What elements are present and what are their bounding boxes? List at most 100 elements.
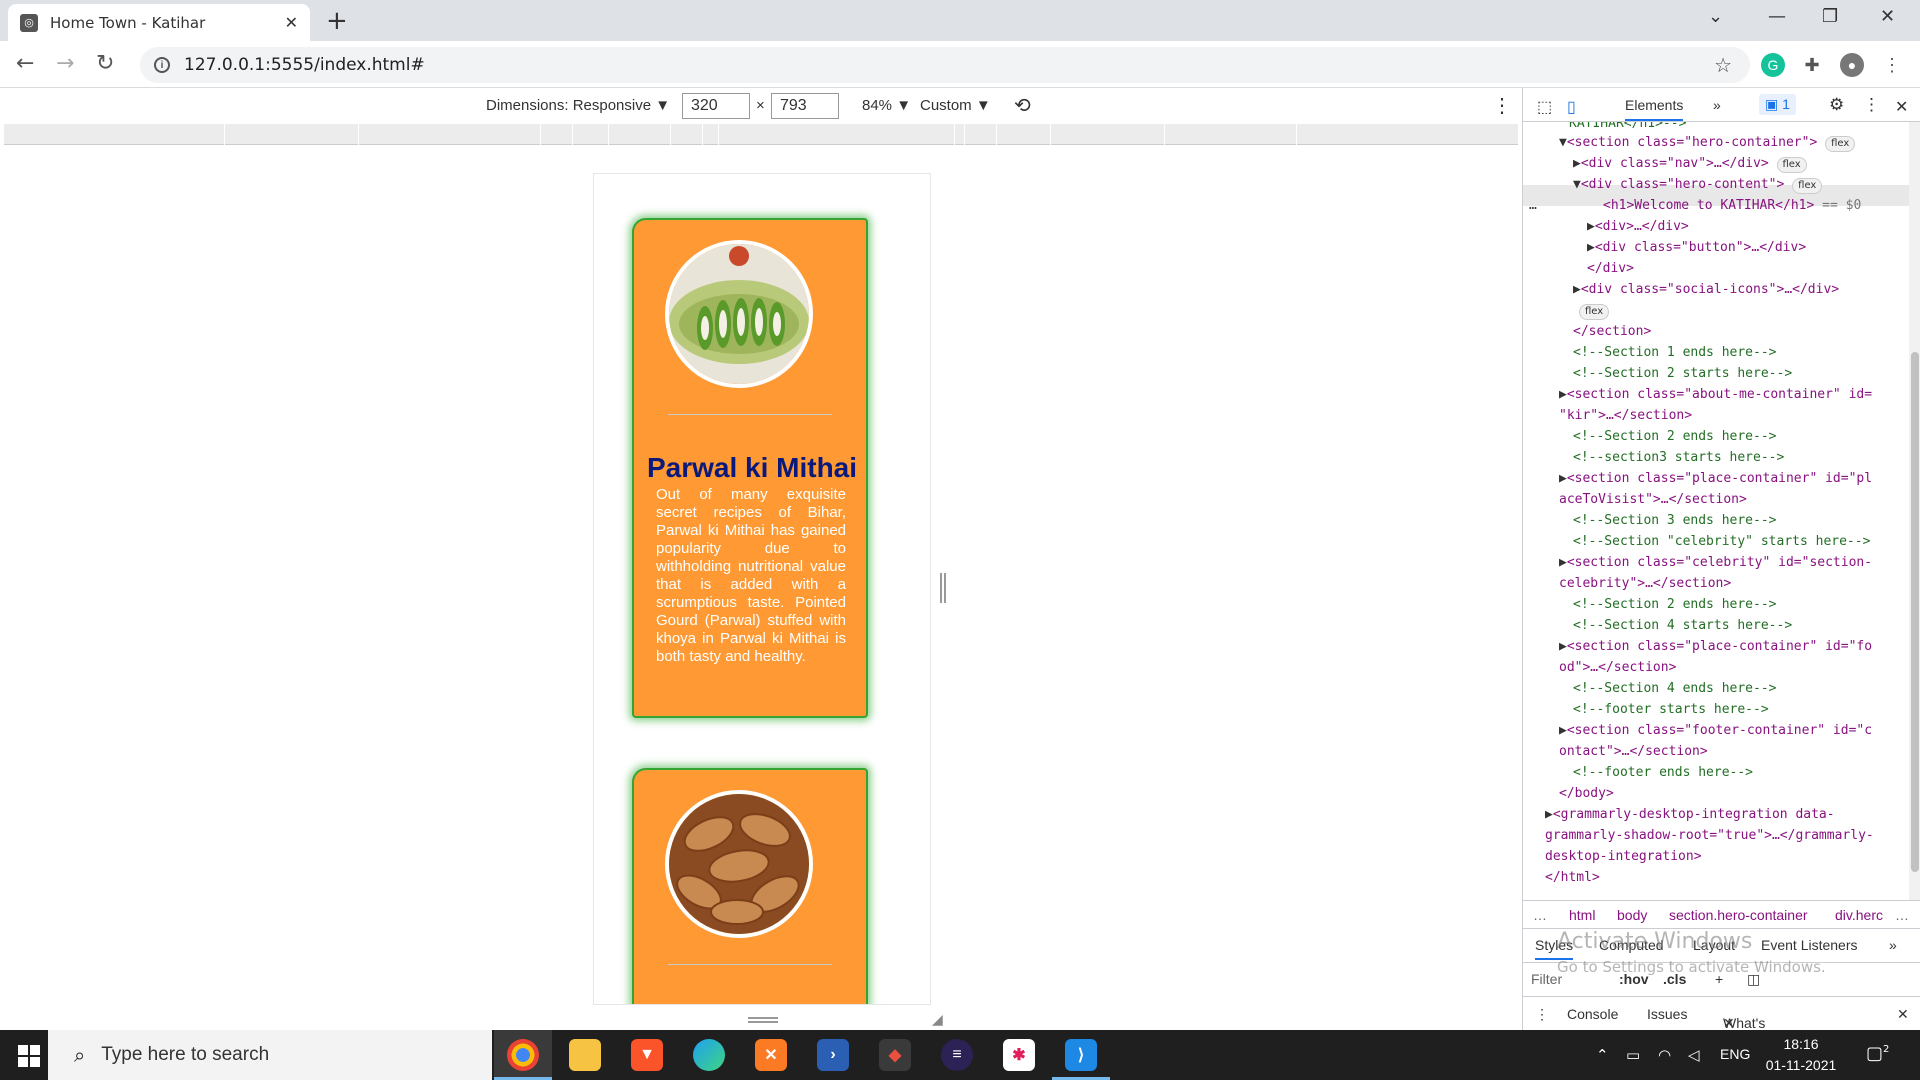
dom-line[interactable]: desktop-integration> bbox=[1545, 847, 1702, 868]
tab-console[interactable]: Console bbox=[1567, 1006, 1618, 1022]
dom-line[interactable]: <!--Section 4 ends here--> bbox=[1573, 679, 1777, 700]
dom-line[interactable]: "kir">…</section> bbox=[1559, 406, 1692, 427]
dom-line[interactable]: <!--Section 2 starts here--> bbox=[1573, 364, 1792, 385]
dom-line[interactable]: ▼<div class="hero-content"> flex bbox=[1573, 175, 1823, 196]
more-tabs-icon[interactable]: » bbox=[1713, 97, 1721, 113]
close-devtools-icon[interactable]: ✕ bbox=[1895, 97, 1908, 117]
viewport-corner-resize-icon[interactable]: ◢ bbox=[932, 1011, 948, 1027]
dom-line-selected[interactable]: <h1>Welcome to KATIHAR</h1> == $0 bbox=[1603, 196, 1861, 217]
dom-line[interactable]: ▶<section class="celebrity" id="section- bbox=[1559, 553, 1872, 574]
close-tab-icon[interactable]: ✕ bbox=[285, 13, 298, 33]
profile-avatar-icon[interactable]: ● bbox=[1840, 53, 1864, 77]
extensions-puzzle-icon[interactable]: ✚ bbox=[1800, 53, 1824, 77]
viewport-height-input[interactable]: 793 bbox=[771, 93, 839, 119]
restore-icon[interactable]: ❐ bbox=[1822, 6, 1838, 27]
dom-line[interactable]: celebrity">…</section> bbox=[1559, 574, 1731, 595]
brave-icon[interactable]: ▼ bbox=[631, 1039, 663, 1071]
browser-tab[interactable]: ◎ Home Town - Katihar ✕ bbox=[8, 4, 310, 41]
new-tab-icon[interactable]: + bbox=[326, 6, 348, 36]
dom-line[interactable]: ▶<section class="place-container" id="pl bbox=[1559, 469, 1872, 490]
dom-line[interactable]: od">…</section> bbox=[1559, 658, 1676, 679]
breadcrumb-more[interactable]: … bbox=[1895, 907, 1909, 923]
issues-badge[interactable]: ▣ 1 bbox=[1759, 94, 1796, 115]
windows-start-icon[interactable] bbox=[18, 1045, 40, 1067]
dom-line[interactable]: ▼<section class="hero-container"> flex bbox=[1559, 133, 1856, 154]
dom-line[interactable]: <!--section3 starts here--> bbox=[1573, 448, 1784, 469]
reload-icon[interactable]: ↻ bbox=[96, 51, 114, 76]
dimensions-dropdown[interactable]: Dimensions: Responsive ▼ bbox=[486, 97, 670, 114]
git-icon[interactable]: ◆ bbox=[879, 1039, 911, 1071]
dom-line[interactable]: <!--Section 4 starts here--> bbox=[1573, 616, 1792, 637]
dom-line[interactable]: ▶<div class="button">…</div> bbox=[1587, 238, 1806, 259]
eclipse-icon[interactable]: ≡ bbox=[941, 1039, 973, 1071]
xampp-icon[interactable]: ✕ bbox=[755, 1039, 787, 1071]
devtools-menu-icon[interactable]: ⋮ bbox=[1863, 95, 1880, 115]
dom-line[interactable]: <!--Section 2 ends here--> bbox=[1573, 427, 1777, 448]
slack-icon[interactable]: ✱ bbox=[1003, 1039, 1035, 1071]
dom-line[interactable]: <!--Section 2 ends here--> bbox=[1573, 595, 1777, 616]
dom-line[interactable]: </html> bbox=[1545, 868, 1600, 889]
breadcrumb-body[interactable]: body bbox=[1617, 907, 1647, 923]
device-options-icon[interactable]: ⋮ bbox=[1492, 93, 1512, 118]
grammarly-extension-icon[interactable]: G bbox=[1761, 53, 1785, 77]
forward-arrow-icon[interactable]: → bbox=[56, 51, 74, 76]
dom-line[interactable]: ▶<div>…</div> bbox=[1587, 217, 1689, 238]
bookmark-star-icon[interactable]: ☆ bbox=[1714, 53, 1732, 78]
chrome-menu-icon[interactable]: ⋮ bbox=[1880, 53, 1904, 77]
dom-line[interactable]: ▶<grammarly-desktop-integration data- bbox=[1545, 805, 1835, 826]
dom-line[interactable]: ▶<section class="footer-container" id="c bbox=[1559, 721, 1872, 742]
throttle-dropdown[interactable]: Custom ▼ bbox=[920, 97, 991, 114]
vscode-icon[interactable]: ⟩ bbox=[1065, 1039, 1097, 1071]
dom-line[interactable]: <!--Section 1 ends here--> bbox=[1573, 343, 1777, 364]
dom-line[interactable]: </section> bbox=[1573, 322, 1651, 343]
minimize-icon[interactable]: — bbox=[1768, 6, 1786, 27]
device-toggle-icon[interactable]: ▯ bbox=[1567, 97, 1576, 117]
site-info-icon[interactable]: i bbox=[154, 57, 170, 73]
dom-line[interactable]: <!--footer ends here--> bbox=[1573, 763, 1753, 784]
close-drawer-icon[interactable]: ✕ bbox=[1897, 1006, 1909, 1023]
inspect-element-icon[interactable]: ⬚ bbox=[1537, 97, 1552, 117]
tab-elements[interactable]: Elements bbox=[1625, 97, 1684, 121]
dom-line[interactable]: ▶<div class="nav">…</div> flex bbox=[1573, 154, 1807, 175]
dom-line[interactable]: ▶<section class="place-container" id="fo bbox=[1559, 637, 1872, 658]
viewport-width-input[interactable]: 320 bbox=[682, 93, 750, 119]
drawer-menu-icon[interactable]: ⋮ bbox=[1535, 1006, 1549, 1023]
more-style-tabs-icon[interactable]: » bbox=[1889, 937, 1897, 953]
system-clock[interactable]: 18:16 01-11-2021 bbox=[1763, 1034, 1839, 1076]
tab-search-chevron-icon[interactable]: ⌄ bbox=[1708, 6, 1723, 27]
tab-event-listeners[interactable]: Event Listeners bbox=[1761, 937, 1858, 953]
breadcrumb-section[interactable]: section.hero-container bbox=[1669, 907, 1808, 923]
notification-center-icon[interactable]: ▢2 bbox=[1866, 1043, 1889, 1064]
viewport-height-resize-handle[interactable] bbox=[748, 1017, 778, 1023]
dom-line-ellipsis[interactable]: … bbox=[1529, 196, 1537, 217]
back-arrow-icon[interactable]: ← bbox=[16, 51, 34, 76]
taskbar-search-box[interactable]: ⌕ Type here to search bbox=[48, 1030, 492, 1080]
viewport-width-resize-handle[interactable] bbox=[940, 573, 946, 603]
edge-icon[interactable] bbox=[693, 1039, 725, 1071]
close-window-icon[interactable]: ✕ bbox=[1880, 6, 1895, 27]
dom-line[interactable]: </body> bbox=[1559, 784, 1614, 805]
dom-line[interactable]: <!--Section 3 ends here--> bbox=[1573, 511, 1777, 532]
chrome-icon[interactable] bbox=[507, 1039, 539, 1071]
dom-line[interactable]: ▶<section class="about-me-container" id= bbox=[1559, 385, 1872, 406]
settings-gear-icon[interactable]: ⚙ bbox=[1829, 95, 1844, 115]
dom-line[interactable]: ontact">…</section> bbox=[1559, 742, 1708, 763]
battery-icon[interactable]: ▭ bbox=[1626, 1046, 1640, 1064]
tab-issues[interactable]: Issues bbox=[1647, 1006, 1687, 1022]
dom-line[interactable]: ▶<div class="social-icons">…</div> bbox=[1573, 280, 1839, 301]
breadcrumb-overflow[interactable]: … bbox=[1533, 907, 1547, 923]
language-indicator[interactable]: ENG bbox=[1720, 1046, 1750, 1062]
zoom-dropdown[interactable]: 84% ▼ bbox=[862, 97, 911, 114]
rotate-icon[interactable]: ⟲ bbox=[1014, 93, 1031, 118]
powershell-icon[interactable]: › bbox=[817, 1039, 849, 1071]
network-icon[interactable]: ◠ bbox=[1658, 1046, 1671, 1064]
breadcrumb-html[interactable]: html bbox=[1569, 907, 1595, 923]
dom-line[interactable]: aceToVisist">…</section> bbox=[1559, 490, 1747, 511]
dom-line[interactable]: <!--Section "celebrity" starts here--> bbox=[1573, 532, 1870, 553]
dom-line[interactable]: </div> bbox=[1587, 259, 1634, 280]
file-explorer-icon[interactable] bbox=[569, 1039, 601, 1071]
dom-line[interactable]: <!--footer starts here--> bbox=[1573, 700, 1769, 721]
address-bar[interactable]: i 127.0.0.1:5555/index.html# ☆ bbox=[140, 47, 1750, 83]
tray-overflow-chevron-icon[interactable]: ⌃ bbox=[1596, 1046, 1609, 1064]
media-query-ruler[interactable] bbox=[4, 124, 1518, 145]
